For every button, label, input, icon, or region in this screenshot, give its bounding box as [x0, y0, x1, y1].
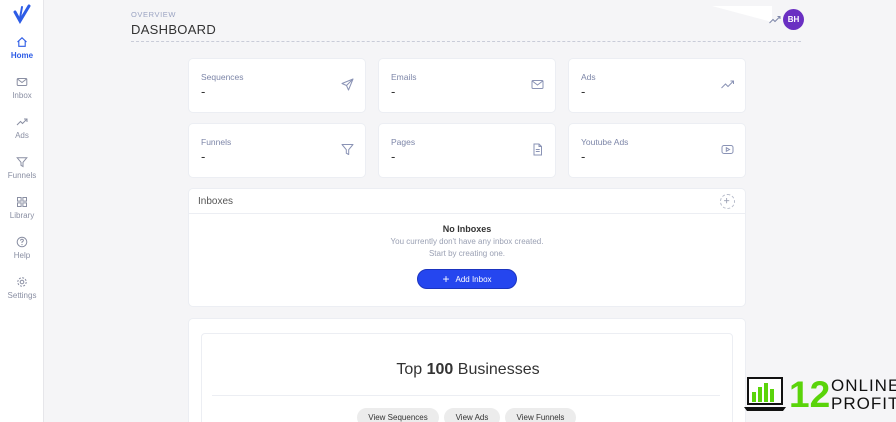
title-prefix: Top: [396, 361, 423, 378]
stat-label: Pages: [391, 137, 416, 147]
sidebar-item-library[interactable]: Library: [0, 196, 44, 220]
plus-icon: [724, 198, 730, 204]
divider: [212, 395, 720, 396]
stat-label: Sequences: [201, 72, 244, 82]
stat-card-pages[interactable]: Pages -: [379, 124, 555, 177]
sidebar: Home Inbox Ads Funnels Library Help Sett…: [0, 0, 44, 422]
inboxes-card: Inboxes No Inboxes You currently don't h…: [189, 189, 745, 306]
view-ads-button[interactable]: View Ads: [444, 408, 500, 422]
stat-value: -: [201, 84, 206, 99]
home-icon: [17, 37, 27, 47]
sidebar-item-label: Help: [13, 251, 31, 260]
inboxes-card-header: Inboxes: [189, 189, 745, 214]
empty-state-title: No Inboxes: [442, 224, 492, 234]
sidebar-item-inbox[interactable]: Inbox: [0, 76, 44, 100]
view-funnels-button[interactable]: View Funnels: [505, 408, 576, 422]
avatar[interactable]: BH: [783, 9, 804, 30]
stat-card-youtube-ads[interactable]: Youtube Ads -: [569, 124, 745, 177]
sidebar-item-help[interactable]: Help: [0, 236, 44, 260]
add-inbox-button[interactable]: + Add Inbox: [417, 269, 517, 289]
watermark-line1: ONLINE: [831, 376, 896, 395]
sidebar-item-label: Home: [10, 51, 34, 60]
header-decoration: [712, 6, 772, 22]
trend-icon: [769, 16, 781, 24]
watermark-number: 12: [789, 374, 831, 415]
inboxes-title: Inboxes: [198, 196, 234, 207]
title-number: 100: [426, 361, 454, 378]
document-icon: [533, 143, 542, 156]
stat-value: -: [581, 84, 586, 99]
stat-label: Funnels: [201, 137, 232, 147]
page-header: OVERVIEW DASHBOARD: [131, 10, 801, 42]
watermark-line2: PROFIT$: [831, 394, 896, 413]
stat-label: Emails: [391, 72, 417, 82]
stat-card-sequences[interactable]: Sequences -: [189, 59, 365, 112]
sidebar-item-label: Funnels: [7, 171, 37, 180]
sidebar-item-settings[interactable]: Settings: [0, 276, 44, 300]
empty-state-hint: Start by creating one.: [428, 249, 506, 258]
page-overline: OVERVIEW: [131, 10, 177, 19]
stat-value: -: [201, 149, 206, 164]
sidebar-item-label: Library: [9, 211, 35, 220]
mail-icon: [16, 78, 28, 86]
stat-value: -: [391, 149, 396, 164]
trend-icon: [16, 118, 28, 126]
send-icon: [341, 78, 354, 91]
top-businesses-card: Top 100 Businesses View Sequences View A…: [189, 319, 745, 422]
view-sequences-button[interactable]: View Sequences: [357, 408, 439, 422]
stat-card-funnels[interactable]: Funnels -: [189, 124, 365, 177]
sidebar-item-ads[interactable]: Ads: [0, 116, 44, 140]
stat-card-ads[interactable]: Ads -: [569, 59, 745, 112]
trend-icon: [721, 80, 734, 89]
sidebar-item-label: Ads: [15, 131, 29, 140]
funnel-icon: [341, 144, 354, 155]
logo-icon[interactable]: [12, 4, 32, 24]
sidebar-item-funnels[interactable]: Funnels: [0, 156, 44, 180]
sidebar-item-home[interactable]: Home: [0, 36, 44, 60]
laptop-chart-icon: [744, 377, 786, 411]
page-title: DASHBOARD: [131, 22, 217, 37]
play-icon: [721, 145, 734, 154]
add-inbox-circle-button[interactable]: [720, 194, 735, 209]
funnel-icon: [16, 157, 28, 168]
title-suffix: Businesses: [457, 361, 540, 378]
mail-icon: [531, 80, 544, 89]
empty-state-message: You currently don't have any inbox creat…: [390, 237, 544, 246]
stat-value: -: [391, 84, 396, 99]
gear-icon: [17, 277, 27, 287]
sidebar-item-label: Inbox: [12, 91, 32, 100]
grid-icon: [17, 197, 27, 207]
stat-label: Youtube Ads: [581, 137, 629, 147]
sidebar-item-label: Settings: [7, 291, 37, 300]
add-inbox-button-label: Add Inbox: [455, 274, 492, 284]
stat-value: -: [581, 149, 586, 164]
plus-icon: +: [442, 271, 450, 286]
top-businesses-title: Top 100 Businesses: [202, 361, 734, 379]
top-businesses-panel: Top 100 Businesses View Sequences View A…: [201, 333, 733, 422]
brand-watermark: 12 ONLINE PROFIT$: [743, 374, 896, 418]
stat-card-emails[interactable]: Emails -: [379, 59, 555, 112]
stat-label: Ads: [581, 72, 596, 82]
help-icon: [16, 236, 28, 248]
